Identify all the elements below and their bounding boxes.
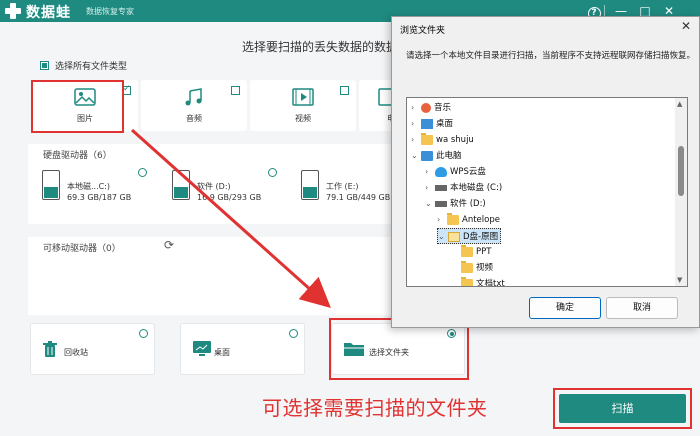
tree-item-label: PPT: [476, 247, 492, 257]
disk-icon: [435, 184, 447, 191]
expand-arrow-icon[interactable]: ›: [425, 164, 435, 180]
tree-item[interactable]: ⌄ 此电脑: [411, 148, 462, 164]
tree-item[interactable]: ⌄ 软件 (D:): [425, 196, 486, 212]
folder-icon: [461, 244, 473, 257]
expand-arrow-icon[interactable]: ⌄: [411, 148, 421, 164]
browse-folder-dialog: 浏览文件夹 ✕ 请选择一个本地文件目录进行扫描，当前程序不支持远程联网存储扫描恢…: [391, 16, 700, 328]
tree-item[interactable]: › 桌面: [411, 116, 453, 132]
tree-item-selected[interactable]: ⌄ D盘-原图: [437, 228, 502, 245]
folder-icon: [421, 132, 433, 145]
tree-item-label: wa shuju: [436, 135, 474, 145]
scroll-up-icon[interactable]: ▲: [677, 100, 682, 108]
annotation-text: 可选择需要扫描的文件夹: [262, 396, 488, 420]
scroll-down-icon[interactable]: ▼: [677, 276, 682, 284]
tree-item-label: 此电脑: [436, 151, 462, 161]
tree-item[interactable]: › Antelope: [437, 212, 500, 228]
tree-item-label: 桌面: [436, 119, 454, 129]
expand-arrow-icon[interactable]: ›: [411, 116, 421, 132]
folder-tree[interactable]: › 音乐 › 桌面 › wa shuju ⌄ 此电脑 › WPS云盘 › 本地磁盘 (C:)…: [406, 97, 688, 287]
expand-arrow-icon[interactable]: ›: [411, 132, 421, 148]
dialog-description: 请选择一个本地文件目录进行扫描，当前程序不支持远程联网存储扫描恢复。: [406, 51, 696, 61]
disk-icon: [435, 200, 447, 207]
tree-item[interactable]: 文档txt: [451, 276, 505, 287]
tree-item[interactable]: › wa shuju: [411, 132, 474, 148]
tree-item-label: 本地磁盘 (C:): [450, 183, 503, 193]
open-folder-icon: [448, 231, 460, 242]
tree-item[interactable]: › 本地磁盘 (C:): [425, 180, 502, 196]
dialog-close-button[interactable]: ✕: [681, 19, 691, 33]
tree-item[interactable]: 视频: [451, 260, 493, 276]
tree-item-label: 音乐: [434, 103, 452, 113]
tree-item[interactable]: › WPS云盘: [425, 164, 486, 180]
tree-item-label: Antelope: [462, 215, 500, 225]
expand-arrow-icon[interactable]: ›: [411, 100, 421, 116]
ok-button[interactable]: 确定: [529, 297, 601, 319]
tree-item[interactable]: PPT: [451, 244, 491, 260]
tree-item-label: 视频: [476, 263, 494, 273]
tree-item-label: 软件 (D:): [450, 199, 486, 209]
tree-scrollbar[interactable]: ▲ ▼: [675, 98, 687, 286]
tree-item-label: WPS云盘: [450, 167, 486, 177]
expand-arrow-icon[interactable]: ›: [425, 180, 435, 196]
tree-item-label: 文档txt: [476, 279, 505, 287]
folder-icon: [461, 276, 473, 286]
scroll-thumb[interactable]: [678, 146, 684, 196]
folder-icon: [447, 212, 459, 225]
scan-button[interactable]: 扫描: [559, 394, 686, 423]
tree-item-label: D盘-原图: [463, 232, 499, 242]
computer-icon: [421, 150, 433, 161]
music-icon: [421, 102, 431, 113]
dialog-title: 浏览文件夹: [400, 26, 446, 36]
expand-arrow-icon[interactable]: ⌄: [425, 196, 435, 212]
folder-icon: [461, 260, 473, 273]
expand-arrow-icon[interactable]: ›: [437, 212, 447, 228]
cancel-button[interactable]: 取消: [606, 297, 678, 319]
expand-arrow-icon[interactable]: ⌄: [438, 229, 448, 245]
cloud-icon: [435, 166, 447, 177]
desktop-icon: [421, 118, 433, 129]
tree-item[interactable]: › 音乐: [411, 100, 451, 116]
